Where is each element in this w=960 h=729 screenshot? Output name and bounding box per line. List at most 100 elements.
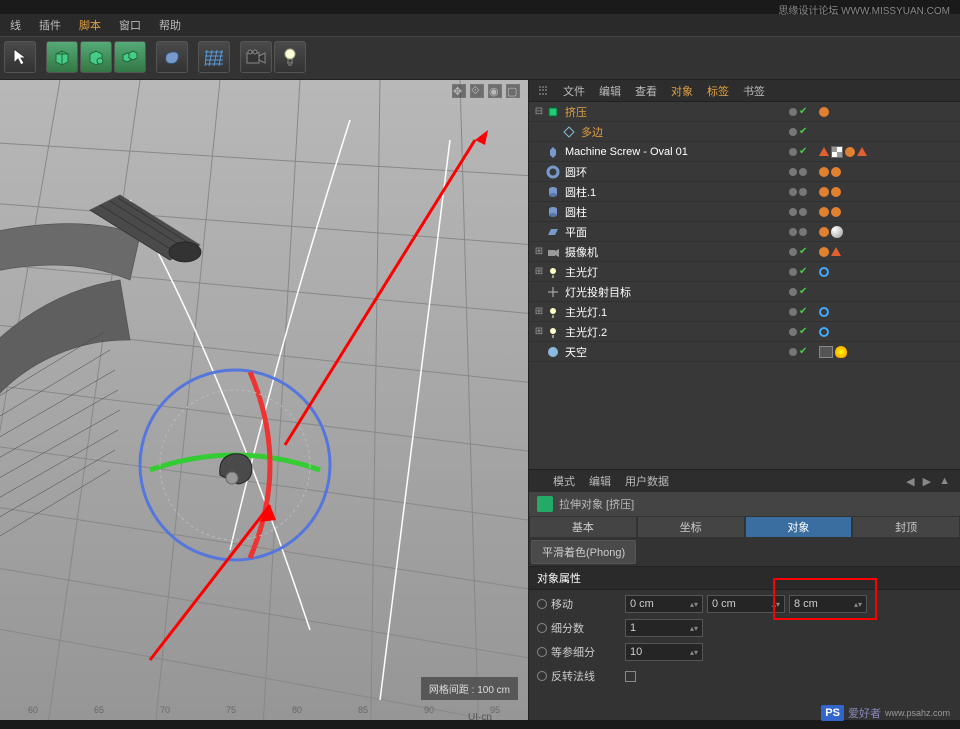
object-name[interactable]: 天空: [565, 344, 956, 360]
tool-cube-green1[interactable]: [46, 41, 78, 73]
iso-input[interactable]: 10▴▾: [625, 643, 703, 661]
attr-tab-basic[interactable]: 基本: [529, 516, 637, 538]
flip-checkbox[interactable]: [625, 671, 636, 682]
object-row[interactable]: ⊞ 主光灯.2✔: [529, 322, 960, 342]
object-tags[interactable]: [819, 207, 841, 217]
visibility-flags[interactable]: [789, 208, 807, 216]
vp-icon-rotate[interactable]: ◉: [488, 84, 502, 98]
object-row[interactable]: ⊟ 挤压✔: [529, 102, 960, 122]
object-name[interactable]: 主光灯.2: [565, 324, 956, 340]
object-row[interactable]: ⊞ 摄像机✔: [529, 242, 960, 262]
attr-tab-cap[interactable]: 封顶: [852, 516, 960, 538]
attr-tab-coord[interactable]: 坐标: [637, 516, 745, 538]
om-tab-object[interactable]: 对象: [671, 83, 693, 99]
vp-icon-max[interactable]: ▢: [506, 84, 520, 98]
object-row[interactable]: Machine Screw - Oval 01✔: [529, 142, 960, 162]
object-tags[interactable]: [819, 247, 841, 257]
object-row[interactable]: 圆柱.1: [529, 182, 960, 202]
object-tags[interactable]: [819, 327, 829, 337]
tool-camera[interactable]: [240, 41, 272, 73]
attr-tab-userdata[interactable]: 用户数据: [625, 473, 669, 489]
radio-icon[interactable]: [537, 623, 547, 633]
object-row[interactable]: 平面: [529, 222, 960, 242]
visibility-flags[interactable]: ✔: [789, 106, 807, 117]
object-tags[interactable]: [819, 167, 841, 177]
radio-icon[interactable]: [537, 671, 547, 681]
expander-icon[interactable]: ⊞: [533, 306, 545, 317]
object-tags[interactable]: [819, 107, 829, 117]
nav-prev-icon[interactable]: ◀: [906, 475, 914, 488]
viewport[interactable]: ✥ ⟐ ◉ ▢ 网格间距 : 100 cm 60 65 70 75 80 85 …: [0, 80, 528, 720]
object-name[interactable]: 圆柱.1: [565, 184, 956, 200]
object-name[interactable]: 圆环: [565, 164, 956, 180]
om-tab-bookmarks[interactable]: 书签: [743, 83, 765, 99]
object-row[interactable]: 天空✔: [529, 342, 960, 362]
visibility-flags[interactable]: ✔: [789, 126, 807, 137]
vp-icon-pan[interactable]: ✥: [452, 84, 466, 98]
expander-icon[interactable]: ⊟: [533, 106, 545, 117]
panel-grip-icon[interactable]: [539, 86, 549, 96]
move-x-input[interactable]: 0 cm▴▾: [625, 595, 703, 613]
menu-item-window[interactable]: 窗口: [119, 17, 141, 33]
object-name[interactable]: 主光灯.1: [565, 304, 956, 320]
object-name[interactable]: 灯光投射目标: [565, 284, 956, 300]
radio-icon[interactable]: [537, 647, 547, 657]
tool-cube-green2[interactable]: [80, 41, 112, 73]
menu-item-script[interactable]: 脚本: [79, 17, 101, 33]
vp-icon-zoom[interactable]: ⟐: [470, 84, 484, 98]
menu-item-plugin[interactable]: 插件: [39, 17, 61, 33]
expander-icon[interactable]: ⊞: [533, 246, 545, 257]
object-tags[interactable]: [819, 346, 847, 358]
tool-bean[interactable]: [156, 41, 188, 73]
om-tab-tags[interactable]: 标签: [707, 83, 729, 99]
visibility-flags[interactable]: ✔: [789, 266, 807, 277]
visibility-flags[interactable]: [789, 168, 807, 176]
om-tab-file[interactable]: 文件: [563, 83, 585, 99]
object-name[interactable]: 挤压: [565, 104, 956, 120]
nav-next-icon[interactable]: ▶: [923, 475, 931, 488]
nav-up-icon[interactable]: ▲: [939, 475, 950, 488]
radio-icon[interactable]: [537, 599, 547, 609]
visibility-flags[interactable]: ✔: [789, 246, 807, 257]
attr-tab-phong[interactable]: 平滑着色(Phong): [531, 540, 636, 564]
visibility-flags[interactable]: ✔: [789, 286, 807, 297]
visibility-flags[interactable]: [789, 228, 807, 236]
object-tree[interactable]: ⊟挤压✔多边✔Machine Screw - Oval 01✔圆环圆柱.1圆柱平…: [529, 102, 960, 469]
tool-arrow[interactable]: [4, 41, 36, 73]
object-tags[interactable]: [819, 146, 867, 158]
object-row[interactable]: ⊞ 主光灯✔: [529, 262, 960, 282]
visibility-flags[interactable]: ✔: [789, 306, 807, 317]
object-name[interactable]: 主光灯: [565, 264, 956, 280]
visibility-flags[interactable]: ✔: [789, 146, 807, 157]
object-row[interactable]: 多边✔: [529, 122, 960, 142]
attr-tab-edit[interactable]: 编辑: [589, 473, 611, 489]
attr-tab-object[interactable]: 对象: [745, 516, 853, 538]
tool-cubes-green[interactable]: [114, 41, 146, 73]
menu-item-help[interactable]: 帮助: [159, 17, 181, 33]
object-tags[interactable]: [819, 267, 829, 277]
object-row[interactable]: 灯光投射目标✔: [529, 282, 960, 302]
object-name[interactable]: Machine Screw - Oval 01: [565, 146, 956, 158]
object-tags[interactable]: [819, 226, 843, 238]
visibility-flags[interactable]: ✔: [789, 346, 807, 357]
menu-item-line[interactable]: 线: [10, 17, 21, 33]
subdiv-input[interactable]: 1▴▾: [625, 619, 703, 637]
object-tags[interactable]: [819, 187, 841, 197]
tool-light[interactable]: [274, 41, 306, 73]
object-row[interactable]: ⊞ 主光灯.1✔: [529, 302, 960, 322]
expander-icon[interactable]: ⊞: [533, 266, 545, 277]
object-row[interactable]: 圆柱: [529, 202, 960, 222]
object-row[interactable]: 圆环: [529, 162, 960, 182]
object-name[interactable]: 摄像机: [565, 244, 956, 260]
tool-grid[interactable]: [198, 41, 230, 73]
visibility-flags[interactable]: [789, 188, 807, 196]
om-tab-view[interactable]: 查看: [635, 83, 657, 99]
attr-tab-mode[interactable]: 模式: [553, 473, 575, 489]
visibility-flags[interactable]: ✔: [789, 326, 807, 337]
object-tags[interactable]: [819, 307, 829, 317]
object-name[interactable]: 多边: [581, 124, 956, 140]
object-name[interactable]: 圆柱: [565, 204, 956, 220]
om-tab-edit[interactable]: 编辑: [599, 83, 621, 99]
expander-icon[interactable]: ⊞: [533, 326, 545, 337]
object-name[interactable]: 平面: [565, 224, 956, 240]
